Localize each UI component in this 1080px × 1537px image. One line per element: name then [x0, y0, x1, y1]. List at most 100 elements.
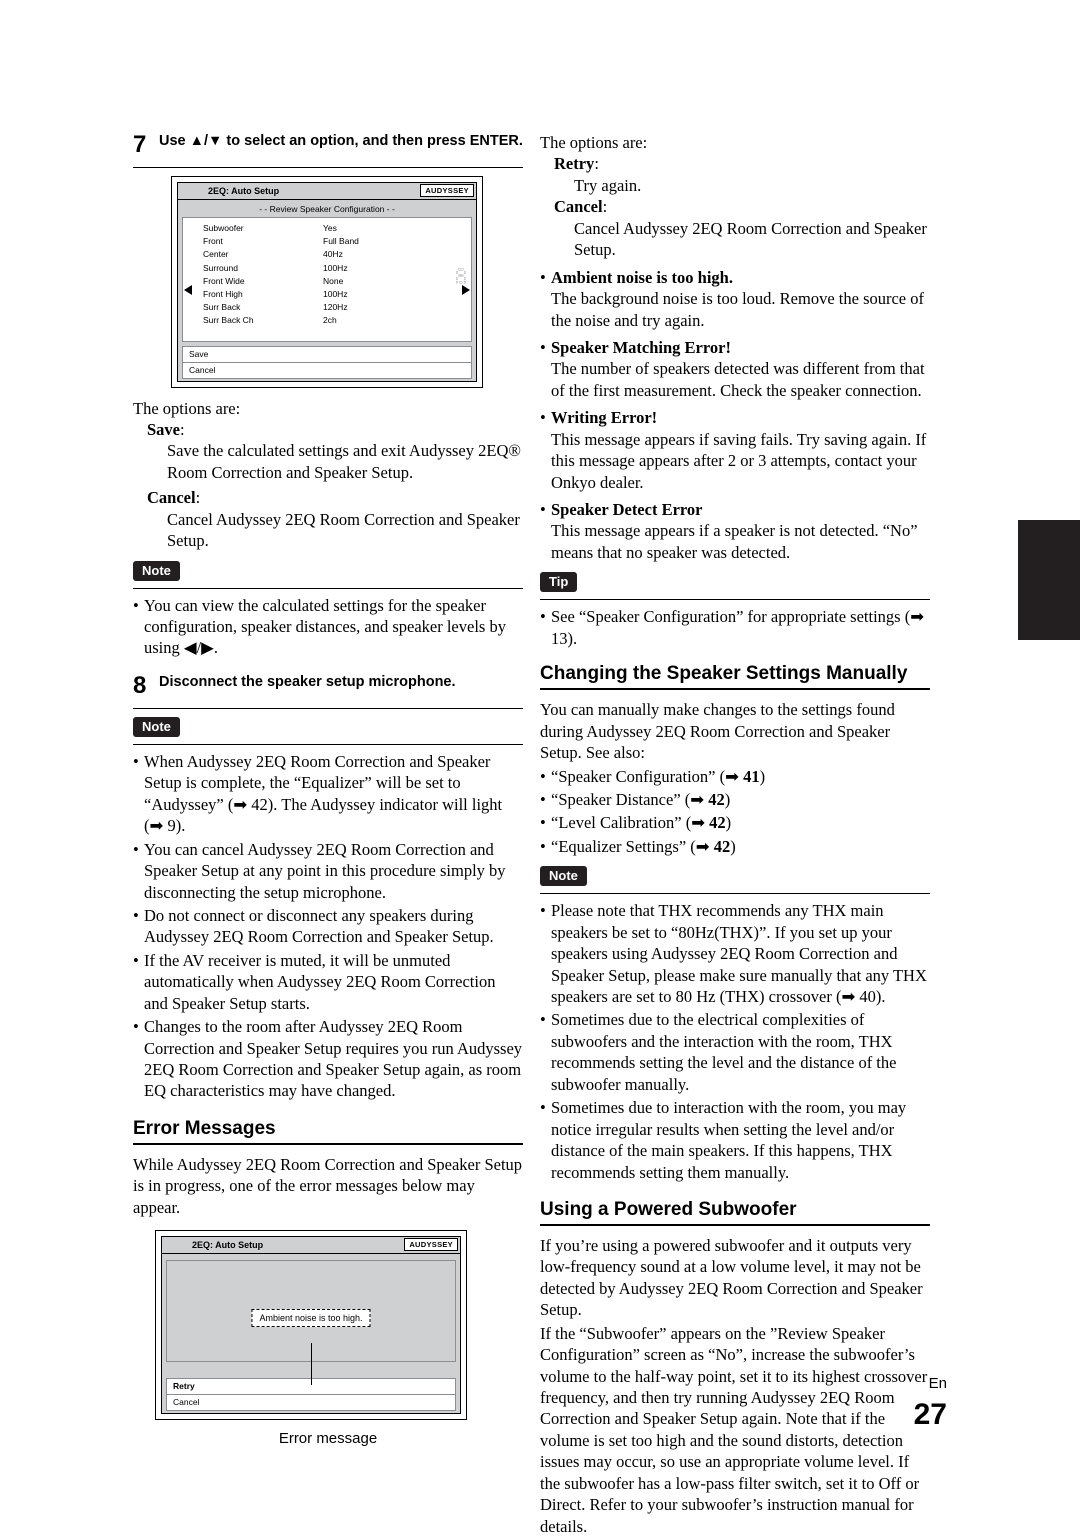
table-row: Surround 100Hz [203, 262, 453, 275]
note-item: • You can view the calculated settings f… [133, 595, 523, 659]
note-item: • Do not connect or disconnect any speake… [133, 905, 523, 948]
note-item: • When Audyssey 2EQ Room Correction and S… [133, 751, 523, 837]
option-retry-desc: Try again. [574, 175, 642, 195]
tip-rule [540, 599, 930, 601]
bullet-icon: • [133, 950, 139, 970]
note-item: • Changes to the room after Audyssey 2EQ … [133, 1016, 523, 1102]
bullet-icon: • [540, 813, 546, 833]
row-value: 120Hz [323, 302, 348, 313]
tip-block: Tip • See “Speaker Configuration” for ap… [540, 572, 930, 649]
bullet-icon: • [540, 337, 546, 357]
step-7: 7 Use ▲/▼ to select an option, and then … [133, 132, 523, 157]
row-key: Front High [203, 288, 243, 299]
left-arrow-icon[interactable] [184, 285, 192, 296]
cross-ref-item: • “Level Calibration” (➡ 42) [540, 813, 732, 833]
speaker-layout-diagram: TV [453, 218, 471, 341]
error-title: Writing Error! [551, 408, 658, 428]
left-options-intro: The options are: [133, 398, 241, 418]
osd-titlebar: 2EQ: Auto Setup AUDYSSEY [161, 1236, 461, 1255]
bullet-icon: • [133, 905, 139, 925]
cross-ref-page[interactable]: 42 [708, 790, 725, 809]
tip-text: See “Speaker Configuration” for appropri… [551, 607, 925, 648]
note-item: • Please note that THX recommends any THX… [540, 900, 930, 1007]
bullet-icon: • [540, 267, 546, 287]
bullet-icon: • [540, 766, 546, 786]
option-cancel-2: Cancel: [554, 197, 608, 217]
note-item: • Sometimes due to interaction with the r… [540, 1097, 930, 1183]
changing-settings-paragraph: You can manually make changes to the set… [540, 700, 895, 763]
table-row: Surr Back Ch 2ch [203, 314, 453, 327]
note-text: Sometimes due to interaction with the ro… [551, 1098, 907, 1182]
page-edge-tab [1018, 520, 1080, 640]
tip-badge: Tip [540, 572, 578, 593]
audyssey-badge: AUDYSSEY [404, 1238, 458, 1252]
osd-footer: Save Cancel [182, 346, 472, 379]
note-badge: Note [133, 716, 180, 737]
osd-title: 2EQ: Auto Setup [192, 1240, 264, 1251]
speaker-layout-svg: TV [456, 268, 466, 284]
note-item: • If the AV receiver is muted, it will be… [133, 950, 523, 1014]
row-key: Surround [203, 262, 238, 273]
note-item: • Sometimes due to the electrical complex… [540, 1009, 930, 1095]
error-title: Speaker Matching Error! [551, 337, 731, 357]
step-7-number: 7 [133, 131, 147, 158]
cross-ref-page[interactable]: 41 [743, 767, 760, 786]
error-messages-intro: While Audyssey 2EQ Room Correction and S… [133, 1154, 523, 1217]
note-item: • You can cancel Audyssey 2EQ Room Correc… [133, 839, 523, 903]
osd-option-save[interactable]: Save [182, 346, 472, 363]
option-retry: Retry: [554, 154, 599, 174]
option-retry-label: Retry [554, 154, 595, 174]
section-heading-error-messages: Error Messages [133, 1117, 276, 1139]
cross-ref-page[interactable]: 42 [714, 837, 731, 856]
step-7-rule [133, 167, 523, 168]
left-column: 7 Use ▲/▼ to select an option, and then … [133, 132, 523, 1447]
cross-ref-item: • “Speaker Configuration” (➡ 41) [540, 766, 766, 786]
osd-title: 2EQ: Auto Setup [208, 186, 280, 196]
row-key: Front Wide [203, 275, 245, 286]
bullet-icon: • [540, 408, 546, 428]
note-text: Sometimes due to the electrical complexi… [551, 1010, 897, 1094]
bullet-icon: • [540, 789, 546, 809]
cross-ref-label: “Equalizer Settings” [551, 836, 687, 856]
option-save-desc: Save the calculated settings and exit Au… [167, 441, 521, 482]
error-body: The number of speakers detected was diff… [551, 359, 925, 400]
error-entry: • Speaker Matching Error! [540, 337, 930, 358]
table-row: Front Wide None [203, 275, 453, 288]
cross-ref-label: “Speaker Distance” [551, 789, 681, 809]
section-rule [540, 1223, 930, 1226]
bullet-icon: • [540, 1010, 546, 1030]
section-heading-changing-speaker-settings: Changing the Speaker Settings Manually [540, 663, 908, 685]
tip-item: • See “Speaker Configuration” for approp… [540, 606, 930, 649]
osd-option-cancel[interactable]: Cancel [182, 362, 472, 379]
step-8: 8 Disconnect the speaker setup microphon… [133, 673, 523, 698]
row-value: Yes [323, 223, 337, 233]
note-text: You can cancel Audyssey 2EQ Room Correct… [144, 839, 506, 902]
error-body: This message appears if saving fails. Tr… [551, 429, 927, 492]
row-value: 2ch [323, 315, 337, 326]
callout-leader-line [311, 1343, 312, 1386]
bullet-icon: • [133, 751, 139, 771]
table-row: Front High 100Hz [203, 288, 453, 301]
note-text: If the AV receiver is muted, it will be … [144, 950, 496, 1013]
subwoofer-paragraph-1: If you’re using a powered subwoofer and … [540, 1235, 923, 1320]
osd-option-cancel[interactable]: Cancel [166, 1394, 456, 1411]
page-number: 27 [913, 1398, 947, 1431]
note-block-2: Note • When Audyssey 2EQ Room Correction … [133, 716, 523, 1102]
cross-ref-page[interactable]: 42 [709, 813, 726, 832]
bullet-icon: • [540, 1098, 546, 1118]
speaker-config-table: Subwoofer Yes Front Full Band Center 40Hz S… [197, 218, 453, 341]
note-text: Do not connect or disconnect any speaker… [144, 905, 494, 947]
bullet-icon: • [540, 500, 546, 519]
option-cancel-desc: Cancel Audyssey 2EQ Room Correction and … [167, 509, 520, 551]
note-text: Changes to the room after Audyssey 2EQ R… [144, 1017, 523, 1101]
bullet-icon: • [133, 839, 139, 859]
section-heading-powered-subwoofer: Using a Powered Subwoofer [540, 1198, 797, 1220]
cross-ref-label: “Level Calibration” [551, 813, 682, 833]
error-body: The background noise is too loud. Remove… [551, 289, 924, 330]
step-8-text: Disconnect the speaker setup microphone. [159, 673, 456, 690]
row-key: Front [203, 236, 223, 247]
row-value: 100Hz [323, 262, 348, 273]
error-body: This message appears if a speaker is not… [551, 521, 918, 562]
error-message-box: Ambient noise is too high. [251, 1309, 371, 1328]
osd-inner: Subwoofer Yes Front Full Band Center 40Hz S… [182, 217, 472, 342]
